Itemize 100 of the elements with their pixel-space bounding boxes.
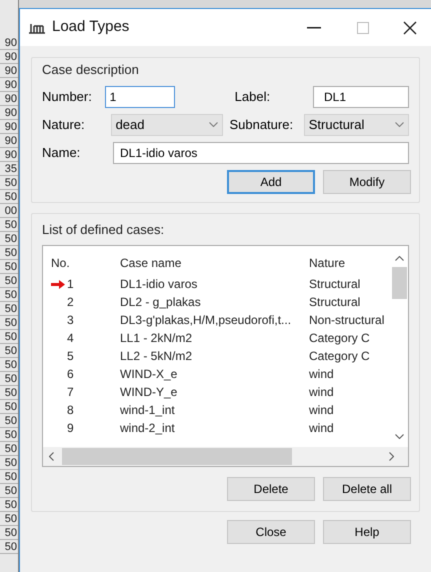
field-label: Label: xyxy=(234,88,272,106)
background-cell: 50 xyxy=(0,386,18,400)
close-icon[interactable] xyxy=(403,20,417,34)
table-cell-text: 3 xyxy=(67,312,74,329)
subnature-dropdown[interactable]: Structural xyxy=(304,114,409,136)
app-icon xyxy=(28,22,46,34)
background-cell: 90 xyxy=(0,64,18,78)
table-cell-text: Structural xyxy=(309,276,360,293)
case-row[interactable]: 7 WIND-Y_e wind xyxy=(43,383,390,401)
case-row[interactable]: 8 wind-1_int wind xyxy=(43,401,390,419)
close-button[interactable]: Close xyxy=(227,520,315,544)
scroll-right-icon[interactable] xyxy=(389,452,394,461)
table-cell-text: 9 xyxy=(67,420,74,437)
background-cell: 50 xyxy=(0,456,18,470)
table-cell-text: WIND-Y_e xyxy=(120,384,178,401)
background-cell: 50 xyxy=(0,232,18,246)
field-label: Number: xyxy=(42,88,93,106)
table-cell-text: WIND-X_e xyxy=(120,366,178,383)
horizontal-scrollbar[interactable] xyxy=(43,447,408,466)
number-field[interactable]: 1 xyxy=(104,86,175,108)
modify-button[interactable]: Modify xyxy=(323,170,411,194)
table-cell-text: wind-1_int xyxy=(120,402,176,419)
background-cell: 90 xyxy=(0,120,18,134)
background-cell: 50 xyxy=(0,176,18,190)
background-cell: 50 xyxy=(0,526,18,540)
table-cell-text: 4 xyxy=(67,330,74,347)
chevron-icon xyxy=(209,122,218,127)
table-cell-text: wind-2_int xyxy=(120,420,176,437)
delete-all-button[interactable]: Delete all xyxy=(323,477,411,501)
table-cell-text: LL1 - 2kN/m2 xyxy=(120,330,194,347)
background-cell: 90 xyxy=(0,92,18,106)
table-cell-text: Structural xyxy=(309,294,360,311)
table-cell-text: DL2 - g_plakas xyxy=(120,294,202,311)
table-cell-text: 6 xyxy=(67,366,74,383)
table-cell-text: 8 xyxy=(67,402,74,419)
background-cell: 50 xyxy=(0,470,18,484)
case-row[interactable]: 1 DL1-idio varos Structural xyxy=(43,275,390,293)
background-cell: 50 xyxy=(0,344,18,358)
table-cell-text: Category C xyxy=(309,348,370,365)
field-label: Name: xyxy=(42,144,82,162)
background-cell: 50 xyxy=(0,330,18,344)
table-cell-text: Category C xyxy=(309,330,370,347)
background-cell: 50 xyxy=(0,372,18,386)
add-button[interactable]: Add xyxy=(227,170,315,194)
table-cell-text: DL3-g'plakas,H/M,pseudorofi,t... xyxy=(120,312,292,329)
background-cell: 00 xyxy=(0,204,18,218)
background-cell: 50 xyxy=(0,414,18,428)
scroll-thumb[interactable] xyxy=(62,448,292,465)
table-cell-text: 1 xyxy=(67,276,74,293)
background-cell: 35 xyxy=(0,162,18,176)
background-cell: 50 xyxy=(0,190,18,204)
case-row[interactable]: 5 LL2 - 5kN/m2 Category C xyxy=(43,347,390,365)
help-button[interactable]: Help xyxy=(323,520,411,544)
table-cell-text: wind xyxy=(309,402,334,419)
case-row[interactable]: 3 DL3-g'plakas,H/M,pseudorofi,t... Non-structural xyxy=(43,311,390,329)
group-title: List of defined cases: xyxy=(42,220,164,238)
window-title: Load Types xyxy=(52,17,130,38)
delete-button[interactable]: Delete xyxy=(227,477,315,501)
background-cell: 50 xyxy=(0,302,18,316)
column-header: Nature xyxy=(309,255,346,272)
chevron-icon xyxy=(395,122,404,127)
background-cell: 50 xyxy=(0,400,18,414)
background-cell: 50 xyxy=(0,540,18,554)
minimize-icon[interactable] xyxy=(307,26,321,28)
background-cell: 50 xyxy=(0,218,18,232)
case-row[interactable]: 2 DL2 - g_plakas Structural xyxy=(43,293,390,311)
table-cell-text: wind xyxy=(309,420,334,437)
scroll-left-icon[interactable] xyxy=(49,452,54,461)
background-cell: 50 xyxy=(0,260,18,274)
table-cell-text: 5 xyxy=(67,348,74,365)
table-cell-text: wind xyxy=(309,366,334,383)
background-cell: 50 xyxy=(0,358,18,372)
field-label: Nature: xyxy=(42,116,86,134)
background-cell: 90 xyxy=(0,78,18,92)
table-cell-text: wind xyxy=(309,384,334,401)
case-row[interactable]: 9 wind-2_int wind xyxy=(43,419,390,437)
background-cell: 50 xyxy=(0,484,18,498)
scroll-down-icon[interactable] xyxy=(394,434,404,439)
background-cell: 90 xyxy=(0,36,18,50)
background-cell: 90 xyxy=(0,106,18,120)
background-cell: 50 xyxy=(0,288,18,302)
name-field[interactable]: DL1-idio varos xyxy=(113,142,409,164)
nature-dropdown[interactable]: dead xyxy=(110,114,224,136)
column-header: Case name xyxy=(120,255,182,272)
table-cell-text: DL1-idio varos xyxy=(120,276,198,293)
table-cell-text: 7 xyxy=(67,384,74,401)
background-cell: 90 xyxy=(0,50,18,64)
label-field[interactable]: DL1 xyxy=(313,86,409,108)
scroll-thumb[interactable] xyxy=(392,267,406,299)
background-cell: 90 xyxy=(0,134,18,148)
case-row[interactable]: 4 LL1 - 2kN/m2 Category C xyxy=(43,329,390,347)
scroll-up-icon[interactable] xyxy=(394,256,404,261)
case-row[interactable]: 6 WIND-X_e wind xyxy=(43,365,390,383)
table-cell-text: 2 xyxy=(67,294,74,311)
group-title: Case description xyxy=(42,61,139,79)
background-cell: 50 xyxy=(0,428,18,442)
background-cell: 90 xyxy=(0,148,18,162)
column-header: No. xyxy=(51,256,70,270)
background-cell: 50 xyxy=(0,316,18,330)
table-cell-text: Non-structural xyxy=(309,312,384,329)
